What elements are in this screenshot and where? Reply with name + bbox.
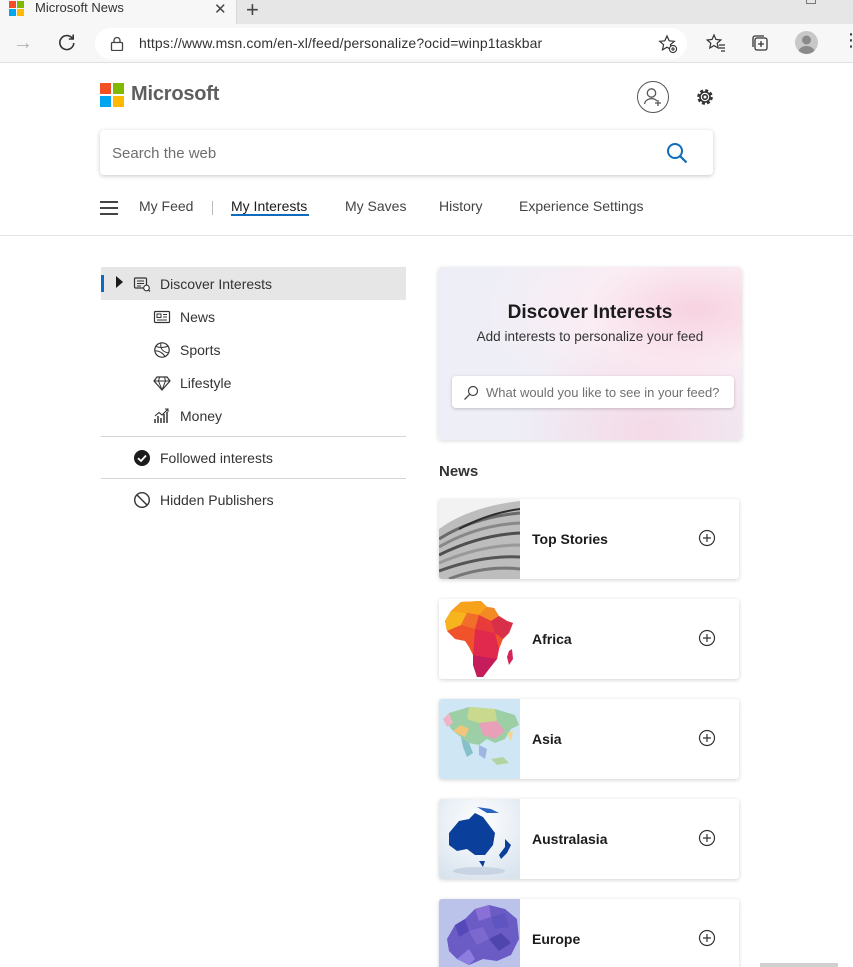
discover-card-title: Discover Interests [507,302,673,323]
topic-card-africa[interactable]: Africa [439,599,739,679]
url-text[interactable]: https://www.msn.com/en-xl/feed/personali… [139,35,542,51]
diamond-icon [153,376,171,391]
add-circle-icon[interactable] [698,929,716,947]
sidebar-item-hidden-publishers[interactable]: Hidden Publishers [160,492,274,508]
selected-indicator [101,275,104,292]
tab-title: Microsoft News [35,0,124,15]
interest-search-box[interactable] [452,376,734,408]
sidebar-item-followed-interests[interactable]: Followed interests [160,450,273,466]
header-divider [0,235,853,236]
gear-icon[interactable] [694,86,716,108]
topic-card-asia[interactable]: Asia [439,699,739,779]
refresh-icon[interactable] [57,32,77,52]
lock-icon[interactable] [110,36,124,51]
sidebar-divider [101,436,406,437]
ball-icon [154,342,170,358]
search-input[interactable] [112,142,652,164]
favorites-icon[interactable] [706,33,726,53]
topic-card-australasia[interactable]: Australasia [439,799,739,879]
sidebar-divider [101,478,406,479]
sidebar-item-lifestyle[interactable]: Lifestyle [180,375,231,391]
expand-caret-icon[interactable] [116,276,123,288]
sidebar-discover-label[interactable]: Discover Interests [160,276,272,292]
topic-name: Australasia [532,831,608,847]
add-circle-icon[interactable] [698,729,716,747]
browser-tabbar: Microsoft News ✕ + [0,0,853,24]
topic-name: Europe [532,931,581,947]
search-icon[interactable] [666,142,688,164]
discover-card-subtitle: Add interests to personalize your feed [476,329,704,344]
nav-my-saves[interactable]: My Saves [345,198,406,214]
search-icon [464,385,479,400]
new-tab-button[interactable]: + [246,0,259,23]
asia-map-image [439,699,520,779]
topic-name: Top Stories [532,531,608,547]
newspaper-icon [153,310,171,324]
microsoft-logo-icon[interactable] [100,83,124,107]
europe-map-image [439,899,520,967]
back-arrow-icon[interactable]: → [13,32,33,55]
nav-separator [212,201,213,215]
add-circle-icon[interactable] [698,829,716,847]
topic-card-top-stories[interactable]: Top Stories [439,499,739,579]
address-toolbar: → https://www.msn.com/en-xl/feed/persona… [0,24,853,63]
block-icon [133,491,151,509]
newspapers-image [439,499,520,579]
url-bar[interactable]: https://www.msn.com/en-xl/feed/personali… [95,28,687,59]
add-circle-icon[interactable] [698,529,716,547]
chart-icon [154,408,169,423]
person-icon [798,35,815,54]
nav-history[interactable]: History [439,198,483,214]
brand-name[interactable]: Microsoft [131,83,219,106]
sidebar-item-news[interactable]: News [180,309,215,325]
australasia-map-image [439,799,520,879]
discover-icon [133,277,151,292]
add-favorite-icon[interactable] [658,34,678,54]
checkmark-circle-icon [134,450,150,466]
hamburger-menu-icon[interactable] [100,201,118,215]
nav-experience-settings[interactable]: Experience Settings [519,198,644,214]
discover-interests-card: Discover Interests Add interests to pers… [438,267,742,440]
interest-search-input[interactable] [486,383,730,401]
microsoft-favicon-icon [9,1,25,17]
horizontal-scrollbar[interactable] [760,963,838,967]
tab-close-button[interactable]: ✕ [214,0,227,18]
window-restore-icon[interactable] [806,0,816,4]
browser-tab[interactable]: Microsoft News ✕ [0,0,237,24]
profile-avatar[interactable] [795,31,818,54]
sign-in-button[interactable] [637,81,669,113]
web-search-box[interactable] [100,130,713,175]
collections-icon[interactable] [750,33,770,53]
feed-navigation: My Feed My Interests My Saves History Ex… [0,194,853,222]
nav-my-interests[interactable]: My Interests [231,198,307,214]
sidebar-item-sports[interactable]: Sports [180,342,220,358]
add-user-icon [643,88,661,106]
add-circle-icon[interactable] [698,629,716,647]
topic-name: Africa [532,631,572,647]
topic-card-europe[interactable]: Europe [439,899,739,967]
nav-my-feed[interactable]: My Feed [139,198,193,214]
africa-map-image [439,599,520,679]
active-tab-indicator [231,214,309,216]
topic-name: Asia [532,731,562,747]
section-title-news: News [439,463,479,480]
more-options-icon[interactable]: ⋮ [842,30,853,51]
sidebar-item-money[interactable]: Money [180,408,222,424]
